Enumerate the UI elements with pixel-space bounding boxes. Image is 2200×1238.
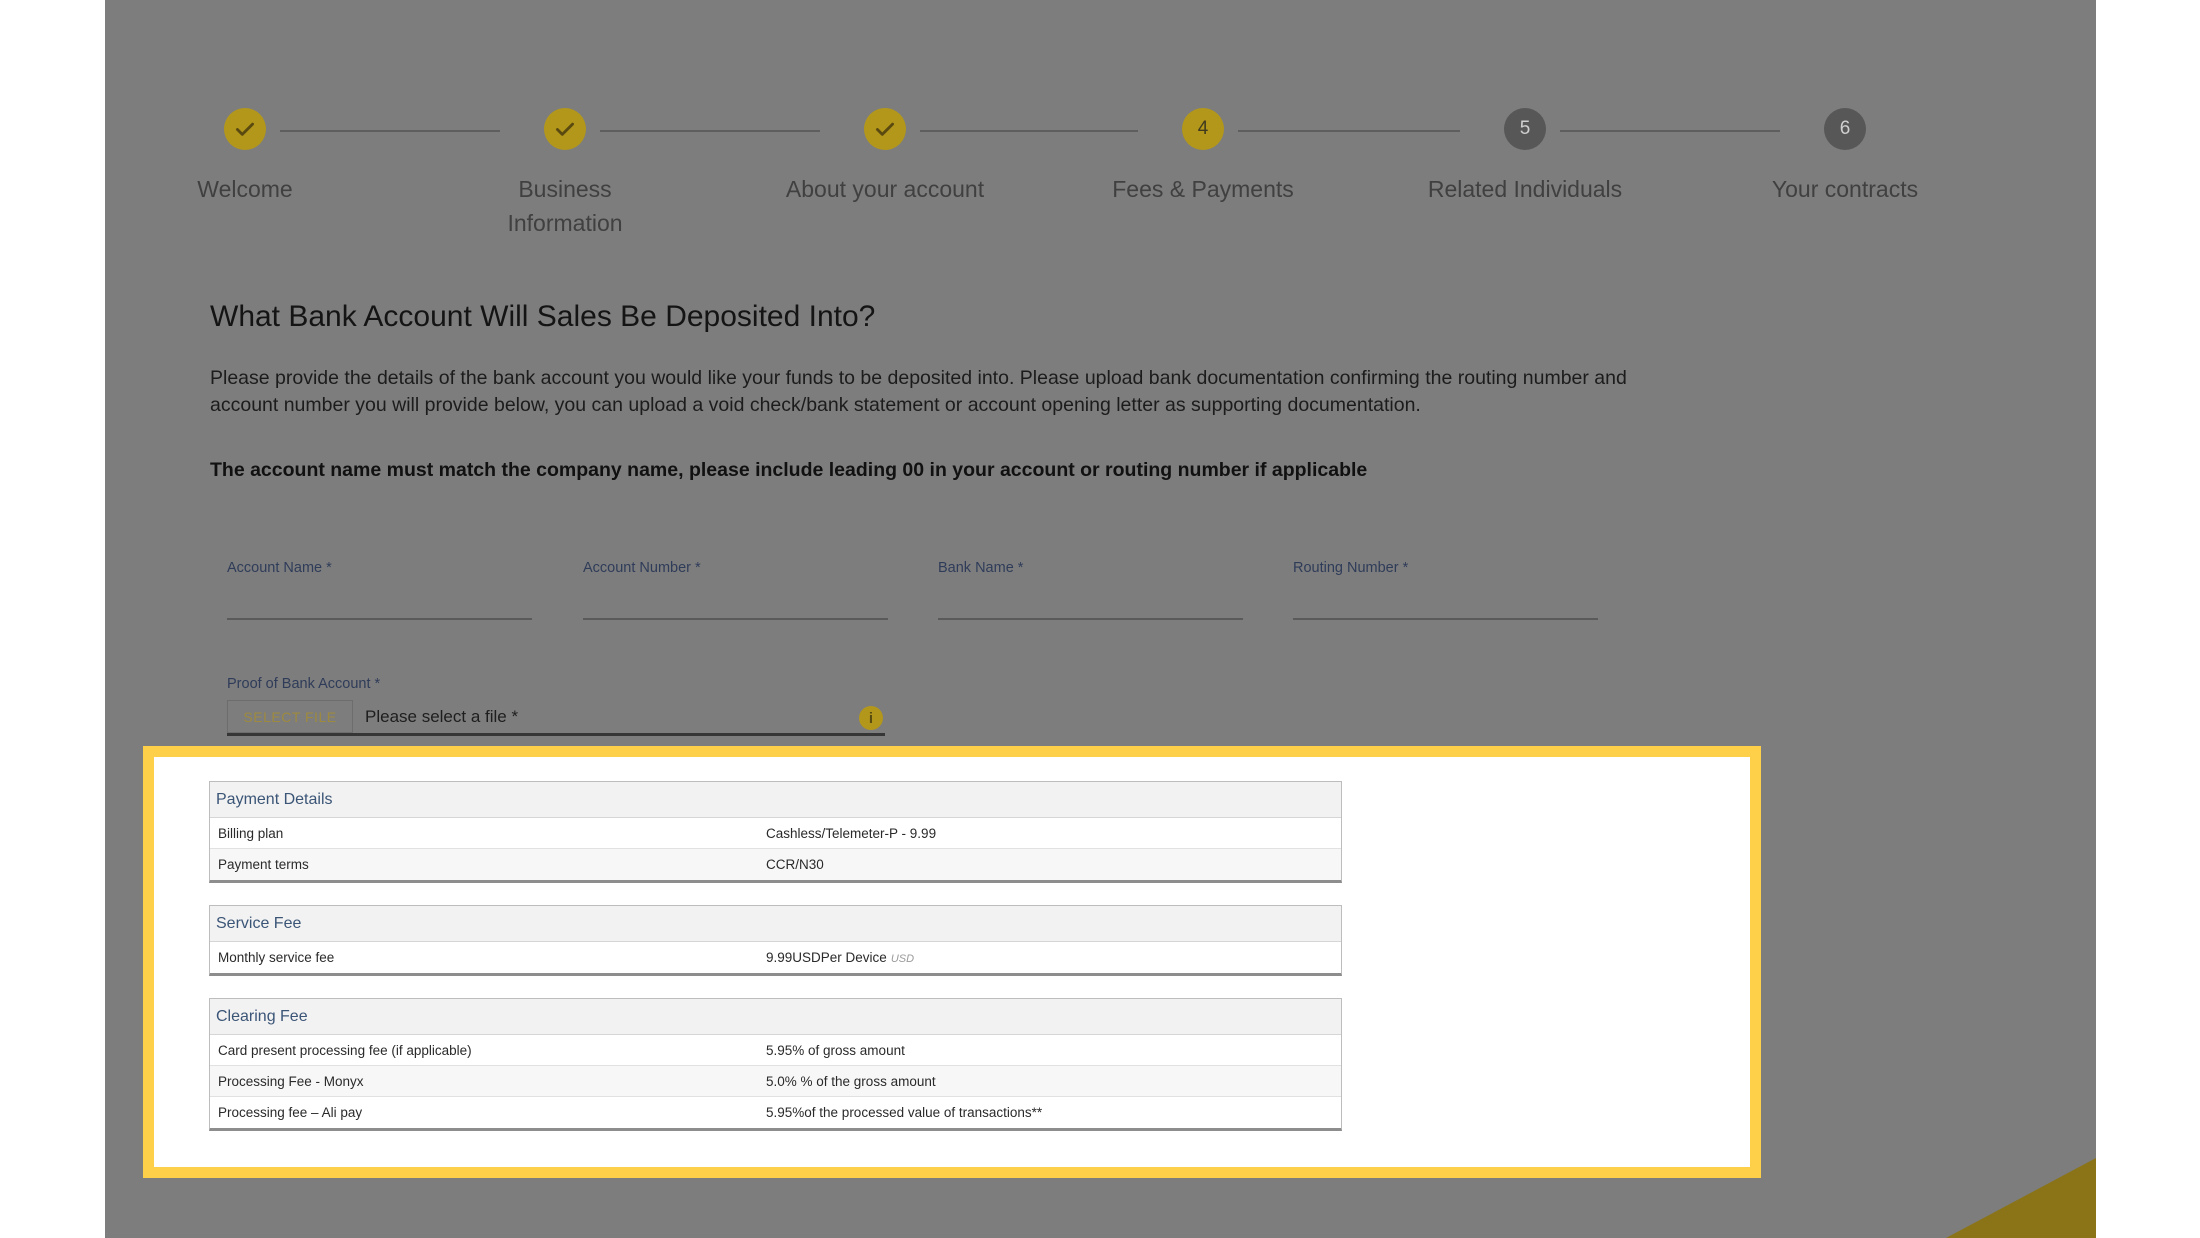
fee-amount: 9.99USDPer Device: [766, 950, 887, 965]
field-label: Routing Number *: [1293, 560, 1409, 576]
field-label: Account Name *: [227, 560, 332, 576]
currency-unit: USD: [890, 953, 915, 965]
decorative-corner: [1946, 1158, 2096, 1238]
select-file-button[interactable]: SELECT FILE: [227, 700, 353, 733]
checkmark-icon: [224, 108, 266, 150]
field-underline: [583, 618, 888, 620]
row-label: Processing Fee - Monyx: [218, 1073, 364, 1089]
field-label: Account Number *: [583, 560, 701, 576]
table-row: Processing fee – Ali pay 5.95%of the pro…: [210, 1097, 1341, 1128]
routing-number-field[interactable]: Routing Number *: [1293, 560, 1598, 620]
step-about-your-account[interactable]: About your account: [765, 108, 1005, 206]
step-number: 4: [1182, 108, 1224, 150]
field-underline: [1293, 618, 1598, 620]
service-fee-table: Service Fee Monthly service fee 9.99USDP…: [209, 905, 1342, 976]
table-row: Monthly service fee 9.99USDPer Device USD: [210, 942, 1341, 973]
step-label: Business Information: [507, 176, 623, 236]
step-welcome[interactable]: Welcome: [125, 108, 365, 206]
row-value: 5.95% of gross amount: [766, 1042, 905, 1058]
table-row: Payment terms CCR/N30: [210, 849, 1341, 880]
account-name-field[interactable]: Account Name *: [227, 560, 532, 620]
step-label: Related Individuals: [1427, 176, 1623, 202]
step-related-individuals[interactable]: 5 Related Individuals: [1405, 108, 1645, 206]
row-value: 9.99USDPer Device USD: [766, 950, 1341, 965]
table-row: Processing Fee - Monyx 5.0% % of the gro…: [210, 1066, 1341, 1097]
row-value: 5.95%of the processed value of transacti…: [766, 1105, 1043, 1120]
checkmark-icon: [864, 108, 906, 150]
page-title: What Bank Account Will Sales Be Deposite…: [210, 300, 876, 333]
row-value: 5.0% % of the gross amount: [766, 1073, 936, 1089]
payment-details-table: Payment Details Billing plan Cashless/Te…: [209, 781, 1342, 883]
row-value: CCR/N30: [766, 857, 824, 872]
bank-name-field[interactable]: Bank Name *: [938, 560, 1243, 620]
clearing-fee-table: Clearing Fee Card present processing fee…: [209, 998, 1342, 1131]
step-label: Your contracts: [1771, 176, 1919, 202]
account-name-notice: The account name must match the company …: [210, 459, 1368, 481]
table-row: Billing plan Cashless/Telemeter-P - 9.99: [210, 818, 1341, 849]
step-label: Fees & Payments: [1112, 176, 1294, 202]
step-business-information[interactable]: Business Information: [445, 108, 685, 240]
row-label: Processing fee – Ali pay: [218, 1105, 363, 1120]
file-upload-field[interactable]: SELECT FILE Please select a file * i: [227, 700, 885, 736]
field-label: Bank Name *: [938, 560, 1024, 576]
info-icon[interactable]: i: [859, 706, 883, 730]
table-row: Card present processing fee (if applicab…: [210, 1035, 1341, 1066]
highlighted-fee-panel: Payment Details Billing plan Cashless/Te…: [143, 746, 1761, 1178]
step-fees-payments[interactable]: 4 Fees & Payments: [1083, 108, 1323, 206]
page-description: Please provide the details of the bank a…: [210, 367, 1627, 416]
step-label: Welcome: [197, 176, 293, 202]
table-header: Payment Details: [210, 782, 1341, 818]
step-number: 6: [1824, 108, 1866, 150]
account-number-field[interactable]: Account Number *: [583, 560, 888, 620]
table-header: Clearing Fee: [210, 999, 1341, 1035]
table-header: Service Fee: [210, 906, 1341, 942]
step-number: 5: [1504, 108, 1546, 150]
row-label: Card present processing fee (if applicab…: [218, 1042, 472, 1058]
field-underline: [938, 618, 1243, 620]
row-label: Payment terms: [218, 857, 309, 872]
row-label: Monthly service fee: [218, 950, 335, 965]
proof-of-bank-account-label: Proof of Bank Account *: [227, 676, 381, 692]
field-underline: [227, 618, 532, 620]
file-placeholder: Please select a file *: [365, 706, 519, 726]
checkmark-icon: [544, 108, 586, 150]
step-label: About your account: [785, 176, 985, 202]
step-your-contracts[interactable]: 6 Your contracts: [1725, 108, 1965, 206]
progress-stepper: Welcome Business Information About your …: [105, 108, 2096, 258]
row-value: Cashless/Telemeter-P - 9.99: [766, 825, 937, 841]
row-label: Billing plan: [218, 825, 284, 841]
